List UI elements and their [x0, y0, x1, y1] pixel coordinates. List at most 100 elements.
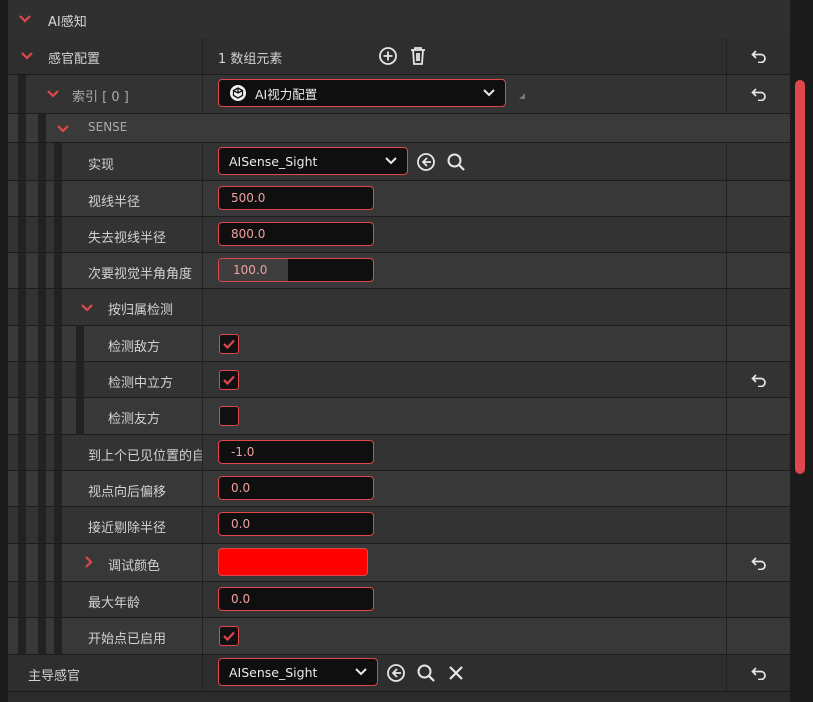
pov-offset-input[interactable]: 0.0: [218, 476, 374, 500]
chevron-down-icon[interactable]: [46, 87, 60, 101]
chevron-down-icon[interactable]: [56, 122, 70, 136]
peripheral-angle-value: 100.0: [233, 263, 268, 277]
reset-to-default-button[interactable]: [726, 655, 791, 691]
starts-enabled-checkbox[interactable]: [219, 626, 239, 646]
reset-column: [726, 435, 791, 470]
dominant-sense-label: 主导感官: [28, 669, 81, 684]
lose-sight-radius-input[interactable]: 800.0: [218, 222, 374, 246]
array-count: 1 数组元素: [218, 52, 283, 67]
search-icon[interactable]: [445, 151, 467, 173]
peripheral-angle-row: 次要视觉半角角度 100.0: [8, 253, 790, 289]
reset-column: [726, 618, 791, 654]
section-header-ai-perception[interactable]: AI感知: [8, 0, 790, 39]
implementation-label: 实现: [88, 158, 115, 173]
reset-column: [726, 507, 791, 543]
clear-icon[interactable]: [445, 662, 467, 684]
lose-sight-radius-row: 失去视线半径 800.0: [8, 217, 790, 253]
trash-icon[interactable]: [407, 45, 429, 67]
sense-config-dropdown[interactable]: AI视力配置: [218, 79, 506, 107]
detect-friendlies-label: 检测友方: [108, 412, 161, 427]
detect-neutrals-row: 检测中立方: [8, 362, 790, 398]
index-row: 索引 [ 0 ] AI视力配置: [8, 75, 790, 114]
dominant-sense-value: AISense_Sight: [229, 664, 318, 680]
detect-enemies-label: 检测敌方: [108, 340, 161, 355]
senses-config-row: 感官配置 1 数组元素: [8, 38, 790, 75]
sense-group-header[interactable]: SENSE: [8, 114, 790, 143]
near-clipping-value: 0.0: [231, 517, 251, 531]
reset-column: [726, 582, 791, 617]
lose-sight-radius-label: 失去视线半径: [88, 231, 167, 246]
chevron-right-icon[interactable]: [82, 555, 96, 569]
detect-neutrals-label: 检测中立方: [108, 376, 174, 391]
details-panel: AI感知 感官配置 1 数组元素 索引 [ 0 ] AI视力配置 SENSE 实…: [8, 0, 790, 702]
reset-column: [726, 253, 791, 288]
pov-offset-value: 0.0: [231, 481, 251, 495]
debug-color-label: 调试颜色: [108, 559, 161, 574]
last-seen-location-value: -1.0: [231, 445, 255, 459]
add-element-icon[interactable]: [377, 45, 399, 67]
reset-column: [726, 143, 791, 180]
last-seen-location-input[interactable]: -1.0: [218, 440, 374, 464]
reset-column: [726, 181, 791, 216]
pov-offset-row: 视点向后偏移 0.0: [8, 471, 790, 507]
implementation-value: AISense_Sight: [229, 153, 318, 169]
checkmark-icon: [223, 631, 235, 641]
sight-radius-row: 视线半径 500.0: [8, 181, 790, 217]
max-age-value: 0.0: [231, 592, 251, 606]
section-title: AI感知: [48, 15, 87, 30]
reset-column: [726, 289, 791, 325]
implementation-dropdown[interactable]: AISense_Sight: [218, 147, 408, 175]
detect-enemies-checkbox[interactable]: [219, 334, 239, 354]
sight-radius-label: 视线半径: [88, 195, 141, 210]
index-label: 索引 [ 0 ]: [72, 90, 129, 105]
vertical-scrollbar-thumb[interactable]: [795, 80, 805, 474]
reset-to-default-button[interactable]: [726, 38, 791, 74]
reset-to-default-button[interactable]: [726, 75, 791, 113]
detect-friendlies-checkbox[interactable]: [219, 406, 239, 426]
near-clipping-input[interactable]: 0.0: [218, 512, 374, 536]
detect-neutrals-checkbox[interactable]: [219, 370, 239, 390]
chevron-down-icon: [385, 157, 397, 165]
max-age-input[interactable]: 0.0: [218, 587, 374, 611]
dominant-sense-dropdown[interactable]: AISense_Sight: [218, 658, 378, 686]
reset-arrow-icon: [751, 88, 766, 101]
sense-config-value: AI视力配置: [255, 86, 318, 102]
chevron-down-icon[interactable]: [80, 301, 94, 315]
max-age-label: 最大年龄: [88, 596, 141, 611]
sense-config-icon: [230, 85, 246, 101]
checkmark-icon: [223, 375, 235, 385]
chevron-down-icon: [355, 668, 367, 676]
reset-arrow-icon: [751, 373, 766, 387]
sight-radius-input[interactable]: 500.0: [218, 186, 374, 210]
detect-friendlies-row: 检测友方: [8, 398, 790, 435]
search-icon[interactable]: [415, 662, 437, 684]
last-seen-location-row: 到上个已见位置的自 -1.0: [8, 435, 790, 471]
resize-grip-icon[interactable]: [518, 89, 526, 104]
use-selected-arrow-icon[interactable]: [415, 151, 437, 173]
reset-arrow-icon: [751, 556, 766, 570]
reset-to-default-button[interactable]: [726, 544, 791, 581]
reset-column: [726, 217, 791, 252]
reset-to-default-button[interactable]: [726, 362, 791, 397]
peripheral-angle-slider[interactable]: 100.0: [218, 258, 374, 282]
last-seen-location-label: 到上个已见位置的自: [88, 449, 202, 464]
affiliation-row: 按归属检测: [8, 289, 790, 326]
chevron-down-icon[interactable]: [20, 49, 34, 63]
near-clipping-label: 接近剔除半径: [88, 521, 167, 536]
implementation-row: 实现 AISense_Sight: [8, 143, 790, 181]
lose-sight-radius-value: 800.0: [231, 227, 266, 241]
debug-color-swatch[interactable]: [218, 548, 368, 576]
reset-column: [726, 326, 791, 361]
affiliation-label: 按归属检测: [108, 303, 174, 318]
sense-group-label: SENSE: [88, 120, 128, 134]
peripheral-angle-label: 次要视觉半角角度: [88, 267, 193, 282]
starts-enabled-row: 开始点已启用: [8, 618, 790, 655]
dominant-sense-row: 主导感官 AISense_Sight: [8, 655, 790, 692]
reset-column: [726, 398, 791, 434]
checkmark-icon: [223, 339, 235, 349]
chevron-down-icon[interactable]: [18, 12, 32, 26]
use-selected-arrow-icon[interactable]: [385, 662, 407, 684]
reset-arrow-icon: [751, 50, 766, 63]
reset-column: [726, 471, 791, 506]
near-clipping-row: 接近剔除半径 0.0: [8, 507, 790, 544]
